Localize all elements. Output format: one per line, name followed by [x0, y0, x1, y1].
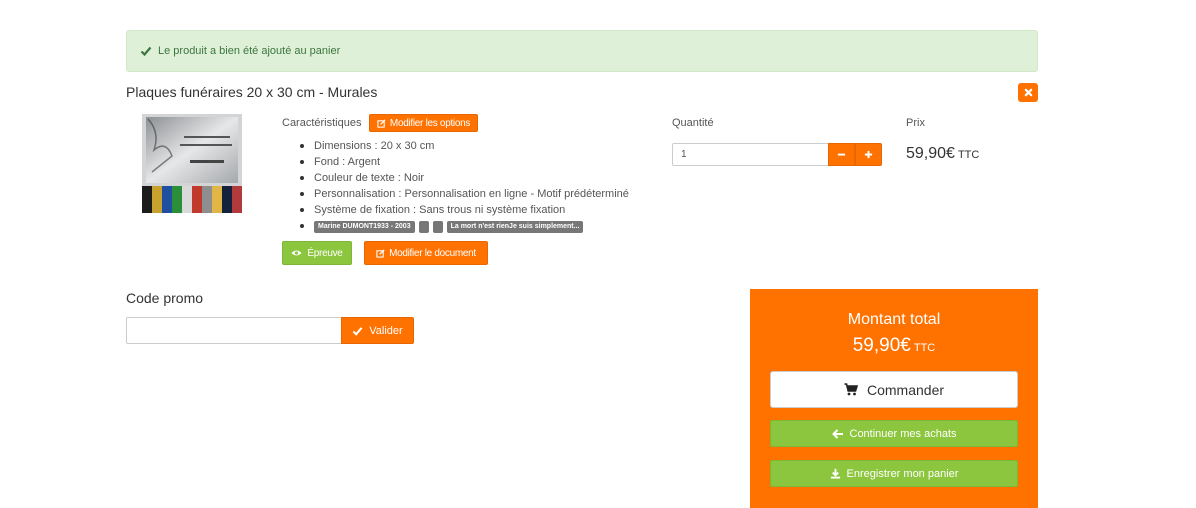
check-icon — [140, 46, 152, 57]
modify-options-label: Modifier les options — [389, 117, 471, 129]
total-title: Montant total — [847, 311, 941, 328]
download-icon — [830, 468, 840, 479]
order-label: Commander — [866, 381, 945, 398]
eye-icon — [291, 250, 302, 256]
total-suffix: TTC — [913, 342, 936, 354]
price-value: 59,90€ TTC — [906, 145, 979, 163]
modify-document-button[interactable]: Modifier le document — [364, 241, 488, 265]
price-suffix: TTC — [957, 149, 980, 161]
text-tag: Marine DUMONT1933 - 2003 — [314, 220, 415, 233]
quantity-decrease-button[interactable] — [828, 143, 855, 166]
edit-icon — [376, 248, 385, 258]
total-value: 59,90€ TTC — [750, 335, 1038, 357]
proof-label: Épreuve — [307, 247, 343, 259]
close-icon — [1024, 88, 1032, 97]
cart-icon — [844, 383, 858, 396]
save-label: Enregistrer mon panier — [846, 467, 959, 480]
product-title: Plaques funéraires 20 x 30 cm - Murales — [126, 84, 378, 100]
text-tag — [432, 220, 443, 233]
total-panel: Montant total 59,90€ TTC Commander Contin… — [750, 289, 1038, 508]
edit-icon — [377, 118, 386, 128]
validate-label: Valider — [369, 324, 403, 337]
feature-item: Couleur de texte : Noir — [298, 172, 629, 188]
quantity-label: Quantité — [672, 117, 714, 129]
success-alert: Le produit a bien été ajouté au panier — [126, 30, 1038, 72]
feature-item: Fond : Argent — [298, 156, 629, 172]
save-cart-button[interactable]: Enregistrer mon panier — [770, 460, 1018, 487]
text-tag — [418, 220, 429, 233]
price-label: Prix — [906, 117, 925, 129]
quantity-increase-button[interactable] — [855, 143, 882, 166]
feature-item: Personnalisation : Personnalisation en l… — [298, 188, 629, 204]
plus-icon — [864, 150, 873, 159]
continue-label: Continuer mes achats — [849, 427, 957, 440]
modify-document-label: Modifier le document — [389, 247, 476, 259]
promo-label: Code promo — [126, 290, 204, 306]
total-amount: 59,90€ — [852, 335, 911, 356]
feature-item: Dimensions : 20 x 30 cm — [298, 140, 629, 156]
feature-item: Système de fixation : Sans trous ni syst… — [298, 204, 629, 220]
minus-icon — [837, 153, 846, 156]
remove-item-button[interactable] — [1018, 83, 1038, 102]
order-button[interactable]: Commander — [770, 371, 1018, 408]
product-thumbnail — [142, 114, 242, 213]
quantity-input[interactable]: 1 — [672, 143, 829, 166]
validate-promo-button[interactable]: Valider — [341, 317, 414, 344]
promo-code-input[interactable] — [126, 317, 342, 344]
feature-tags-item: Marine DUMONT1933 - 2003 La mort n'est r… — [298, 220, 629, 236]
price-amount: 59,90€ — [906, 145, 955, 162]
alert-message: Le produit a bien été ajouté au panier — [158, 45, 341, 57]
arrow-left-icon — [831, 428, 843, 439]
continue-shopping-button[interactable]: Continuer mes achats — [770, 420, 1018, 447]
text-tag: La mort n'est rienJe suis simplement... — [446, 220, 584, 233]
modify-options-button[interactable]: Modifier les options — [369, 114, 478, 132]
features-list: Dimensions : 20 x 30 cm Fond : Argent Co… — [298, 140, 629, 236]
check-icon — [352, 326, 363, 336]
proof-button[interactable]: Épreuve — [282, 241, 352, 265]
characteristics-label: Caractéristiques — [282, 117, 362, 129]
